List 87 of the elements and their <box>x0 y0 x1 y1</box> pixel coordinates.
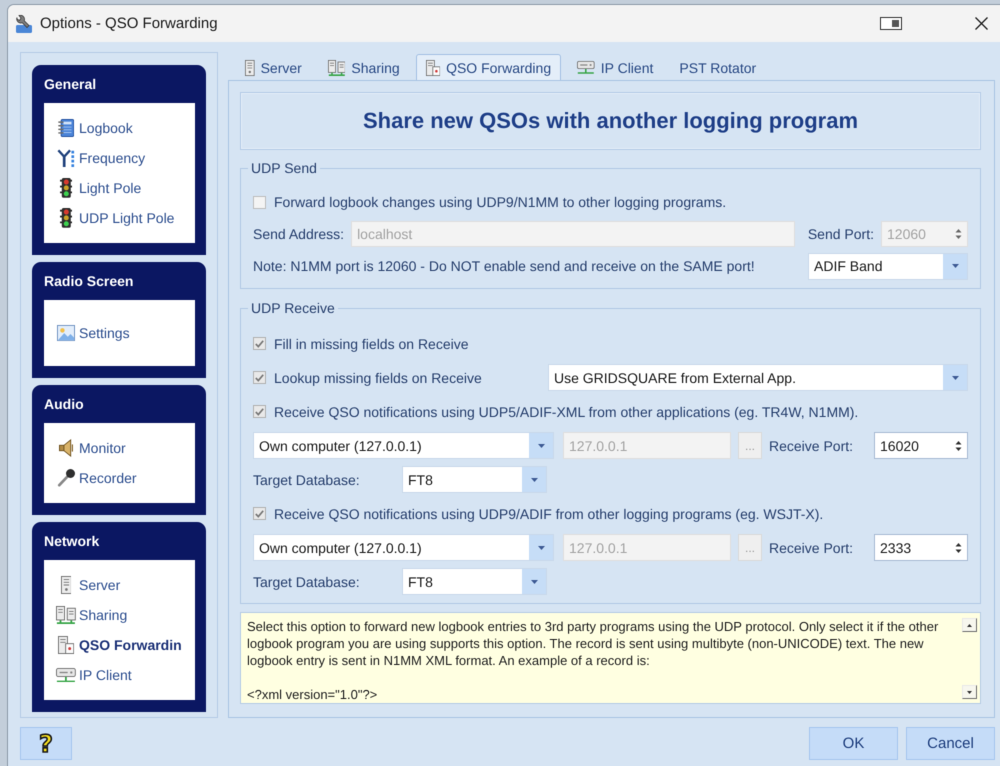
server-icon <box>60 576 72 594</box>
checkbox-label: Forward logbook changes using UDP9/N1MM to other logging programs. <box>274 194 726 210</box>
heading-banner: Share new QSOs with another logging program <box>240 92 981 150</box>
port-field[interactable]: 2333 <box>874 534 968 561</box>
group-legend: UDP Send <box>248 159 320 177</box>
server-document-icon <box>426 60 440 76</box>
network-device-icon <box>577 61 595 74</box>
tab[interactable]: QSO Forwarding <box>416 54 562 80</box>
checkbox[interactable] <box>253 405 266 418</box>
caret-icon <box>530 478 538 482</box>
checkbox-label: Receive QSO notifications using UDP5/ADIF-XML from other applications (eg. TR4W, N1MM). <box>274 404 858 420</box>
tab[interactable]: Server <box>235 54 312 80</box>
checkbox-label: Fill in missing fields on Receive <box>274 336 469 352</box>
tab[interactable]: Sharing <box>318 54 410 80</box>
nav-item[interactable]: Light Pole <box>55 173 195 203</box>
group-legend: UDP Receive <box>248 299 338 317</box>
field-label: Send Address: <box>253 226 344 242</box>
speaker-icon <box>58 439 74 457</box>
wrench-icon <box>14 14 32 32</box>
server-icon <box>245 60 255 76</box>
checkbox[interactable] <box>253 196 266 208</box>
checkmark-icon <box>255 408 264 416</box>
group-title: Radio Screen <box>44 273 134 289</box>
checkmark-icon <box>255 340 264 348</box>
microphone-icon <box>57 469 75 487</box>
group-title: Audio <box>44 396 84 412</box>
note-text: Note: N1MM port is 12060 - Do NOT enable send and receive on the SAME port! <box>253 258 755 274</box>
nav-item[interactable]: Monitor <box>55 433 195 463</box>
nav-item[interactable]: Server <box>55 570 195 600</box>
nav-item[interactable]: QSO Forwardin <box>55 630 195 660</box>
port-field[interactable]: 16020 <box>874 432 968 459</box>
spin-arrows-icon[interactable] <box>955 440 962 452</box>
nav-item[interactable]: UDP Light Pole <box>55 203 195 233</box>
tab[interactable]: PST Rotator <box>669 54 766 80</box>
field-label: Target Database: <box>253 472 361 488</box>
checkmark-icon <box>255 374 264 382</box>
servers-icon <box>328 60 346 76</box>
dropdown[interactable]: FT8 <box>402 568 547 595</box>
checkbox-label: Lookup missing fields on Receive <box>274 370 482 386</box>
network-device-icon <box>56 668 76 682</box>
checkbox-label: Receive QSO notifications using UDP9/ADIF from other logging programs (eg. WSJT-X). <box>274 506 824 522</box>
traffic-light-icon <box>60 178 72 198</box>
dropdown[interactable]: Own computer (127.0.0.1) <box>253 432 554 459</box>
nav-item[interactable]: Sharing <box>55 600 195 630</box>
field-label: Receive Port: <box>769 540 854 556</box>
dropdown[interactable]: FT8 <box>402 466 547 493</box>
nav-item[interactable]: Logbook <box>55 113 195 143</box>
arrow-down-icon <box>967 690 972 694</box>
caret-icon <box>538 546 544 550</box>
dropdown[interactable]: Own computer (127.0.0.1) <box>253 534 554 561</box>
notebook-icon <box>58 119 74 137</box>
server-document-icon <box>58 636 74 654</box>
traffic-light-icon <box>60 208 72 228</box>
group-title: Network <box>44 533 100 549</box>
caret-icon <box>530 580 538 584</box>
scroll-up-button[interactable] <box>962 618 977 632</box>
servers-icon <box>56 606 76 624</box>
field-label: Send Port: <box>808 226 874 242</box>
dialog-button[interactable]: OK <box>809 727 898 760</box>
dropdown[interactable]: ADIF Band <box>808 252 968 280</box>
nav-item[interactable]: IP Client <box>55 660 195 690</box>
window-icon[interactable] <box>880 17 902 30</box>
field-label: Target Database: <box>253 574 361 590</box>
arrow-up-icon <box>967 624 972 626</box>
checkbox[interactable] <box>253 337 266 350</box>
checkbox[interactable] <box>253 507 266 520</box>
field-label: Receive Port: <box>769 438 854 454</box>
scroll-down-button[interactable] <box>962 685 977 699</box>
nav-item[interactable]: Recorder <box>55 463 195 493</box>
nav-item[interactable]: Settings <box>55 318 195 348</box>
nav-item[interactable]: Frequency <box>55 143 195 173</box>
antenna-icon <box>57 149 75 167</box>
help-text: Select this option to forward new logbook entries to 3rd party programs using the UDP protocol. Only select it if the other logbook program you are using supports this option. The record is sent using multibyte (non-UNICODE) text. The new logbook entry is sent in N1MM XML format. An example of a record is: <box>247 618 940 669</box>
group-title: General <box>44 76 96 92</box>
checkmark-icon <box>255 510 264 518</box>
picture-icon <box>57 324 75 342</box>
code-sample: <?xml version="1.0"?> <box>247 686 378 703</box>
caret-icon <box>952 376 958 380</box>
close-icon[interactable] <box>975 17 988 30</box>
spin-arrows-icon[interactable] <box>955 542 962 554</box>
checkbox[interactable] <box>253 371 266 384</box>
dropdown[interactable]: Use GRIDSQUARE from External App. <box>548 364 968 391</box>
dialog-button[interactable]: Cancel <box>906 727 995 760</box>
caret-icon <box>538 444 544 448</box>
tab[interactable]: IP Client <box>567 54 664 80</box>
caret-icon <box>952 264 958 268</box>
window-title: Options - QSO Forwarding <box>40 15 218 32</box>
